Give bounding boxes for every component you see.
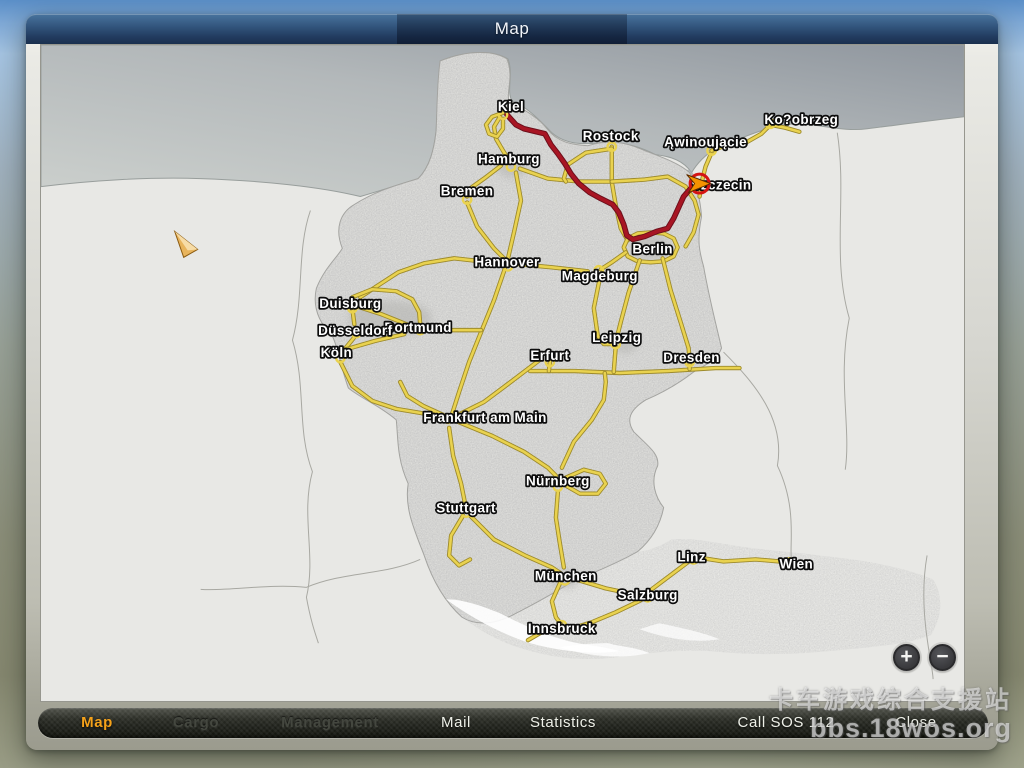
city-label[interactable]: Innsbruck	[526, 620, 597, 638]
city-label[interactable]: Magdeburg	[560, 267, 639, 285]
nav-call-sos[interactable]: Call SOS 112	[738, 708, 835, 738]
nav-tab-statistics[interactable]: Statistics	[530, 708, 596, 738]
nav-tab-mail[interactable]: Mail	[441, 708, 471, 738]
city-label[interactable]: Düsseldorf	[316, 321, 393, 339]
city-label[interactable]: Ko?obrzeg	[763, 110, 840, 128]
map-viewport[interactable]: Kiel Rostock Ąwinoującie Ko?obrzeg Hamburg Sz…	[40, 44, 965, 702]
city-label[interactable]: Dortmund	[383, 318, 453, 336]
city-label[interactable]: Nürnberg	[524, 472, 591, 490]
city-label[interactable]: Duisburg	[318, 295, 383, 313]
city-label[interactable]: Ąwinoującie	[662, 133, 748, 151]
window-title-tab: Map	[397, 14, 627, 44]
minus-icon: −	[936, 645, 949, 668]
zoom-in-button[interactable]: +	[893, 644, 920, 671]
city-label[interactable]: Leipzig	[590, 328, 642, 346]
city-label[interactable]: München	[533, 567, 598, 585]
city-label[interactable]: Wien	[778, 555, 815, 573]
city-label[interactable]: Rostock	[581, 127, 640, 145]
plus-icon: +	[900, 645, 913, 668]
city-label[interactable]: Hamburg	[476, 150, 541, 168]
window-title: Map	[494, 19, 530, 38]
map-window: Map Kiel Rostock Ąwinoującie Ko?obrzeg H…	[26, 14, 998, 750]
nav-close-button[interactable]: Close	[895, 708, 936, 738]
city-label[interactable]: Linz	[676, 548, 708, 566]
city-label[interactable]: Kiel	[496, 97, 525, 115]
nav-tab-map[interactable]: Map	[81, 708, 113, 738]
nav-tab-management[interactable]: Management	[281, 708, 379, 738]
city-label[interactable]: Salzburg	[616, 586, 679, 604]
bottom-navbar: Map Cargo Management Mail Statistics Cal…	[38, 708, 988, 738]
city-label[interactable]: Berlin	[631, 240, 675, 258]
city-label[interactable]: Erfurt	[529, 346, 571, 364]
germany-map[interactable]: KielRostock ĄwinoującieKo?obrzegHamburgSz…	[41, 45, 964, 701]
city-label[interactable]: Köln	[319, 343, 354, 361]
nav-tab-cargo[interactable]: Cargo	[173, 708, 219, 738]
city-label[interactable]: Bremen	[439, 182, 495, 200]
window-titlebar: Map	[26, 14, 998, 44]
city-label[interactable]: Dresden	[662, 348, 722, 366]
city-label[interactable]: Frankfurt am Main	[422, 408, 548, 426]
city-label[interactable]: Stuttgart	[435, 499, 498, 517]
city-label[interactable]: Hannover	[473, 253, 542, 271]
zoom-out-button[interactable]: −	[929, 644, 956, 671]
